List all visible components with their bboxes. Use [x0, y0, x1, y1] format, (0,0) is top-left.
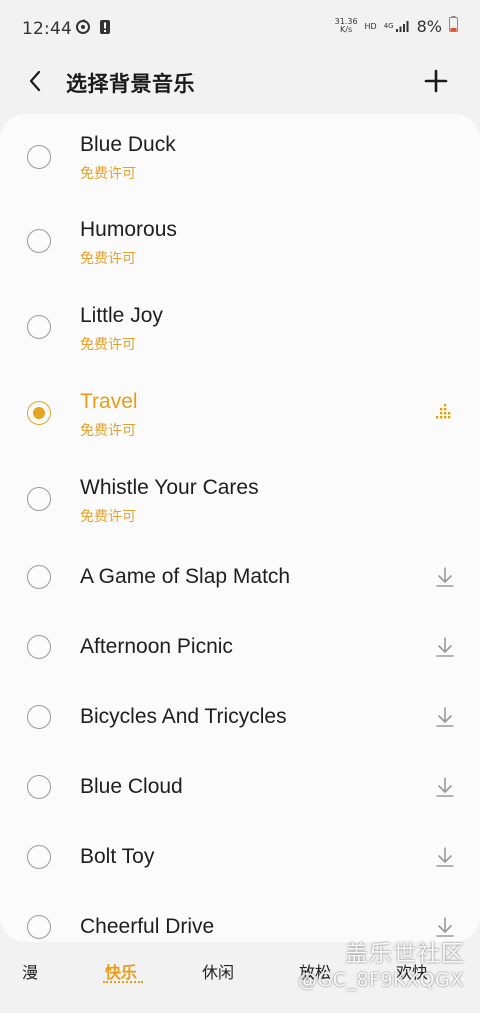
track-name: Travel	[80, 390, 138, 413]
track-row[interactable]: Whistle Your Cares 免费许可	[0, 458, 480, 544]
track-radio[interactable]	[27, 145, 51, 169]
track-row-selected[interactable]: Travel 免费许可	[0, 372, 480, 458]
track-radio[interactable]	[27, 315, 51, 339]
active-tab-indicator	[103, 981, 143, 983]
track-radio[interactable]	[27, 635, 51, 659]
tab-leisure[interactable]: 休闲	[202, 959, 234, 983]
download-icon[interactable]	[433, 845, 457, 869]
track-name: A Game of Slap Match	[80, 565, 291, 588]
track-radio[interactable]	[27, 705, 51, 729]
track-row[interactable]: Blue Cloud	[0, 754, 480, 824]
track-radio[interactable]	[27, 845, 51, 869]
back-button[interactable]	[22, 68, 48, 94]
track-name: Cheerful Drive	[80, 915, 215, 938]
track-name: Little Joy	[80, 304, 163, 327]
track-radio[interactable]	[27, 565, 51, 589]
add-music-button[interactable]	[421, 66, 451, 96]
license-label: 免费许可	[80, 337, 136, 353]
download-icon[interactable]	[433, 775, 457, 799]
download-icon[interactable]	[433, 705, 457, 729]
download-icon[interactable]	[433, 635, 457, 659]
battery-low-icon	[449, 16, 458, 36]
track-row[interactable]: Blue Duck 免费许可	[0, 114, 480, 200]
status-time: 12:44	[22, 19, 72, 39]
plus-icon	[424, 69, 448, 93]
track-list: Blue Duck 免费许可 Humorous 免费许可 Little Joy …	[0, 114, 480, 942]
track-row[interactable]: Bolt Toy	[0, 824, 480, 894]
track-radio-selected[interactable]	[27, 401, 51, 425]
track-name: Whistle Your Cares	[80, 476, 259, 499]
track-name: Afternoon Picnic	[80, 635, 233, 658]
license-label: 免费许可	[80, 423, 136, 439]
status-notification-icons	[75, 19, 111, 35]
track-row[interactable]: A Game of Slap Match	[0, 544, 480, 614]
track-name: Humorous	[80, 218, 177, 241]
track-radio[interactable]	[27, 775, 51, 799]
license-label: 免费许可	[80, 166, 136, 182]
sync-notification-icon	[75, 19, 91, 35]
track-row[interactable]: Bicycles And Tricycles	[0, 684, 480, 754]
track-radio[interactable]	[27, 229, 51, 253]
signal-bars-icon	[395, 17, 410, 36]
battery-percent: 8%	[416, 16, 442, 36]
tab-romantic[interactable]: 漫	[22, 959, 38, 983]
chevron-left-icon	[29, 70, 41, 92]
hd-voice-indicator: HD	[364, 21, 377, 31]
app-bar: 选择背景音乐	[0, 58, 480, 110]
page-title: 选择背景音乐	[66, 72, 195, 96]
community-watermark-user: @GC_8F9KXQGX	[298, 969, 464, 991]
download-icon[interactable]	[433, 565, 457, 589]
license-label: 免费许可	[80, 509, 136, 525]
track-row[interactable]: Little Joy 免费许可	[0, 286, 480, 372]
equalizer-icon	[436, 404, 451, 419]
track-row[interactable]: Afternoon Picnic	[0, 614, 480, 684]
network-speed-unit: K/s	[340, 25, 353, 34]
alert-notification-icon	[99, 19, 111, 35]
tab-happy[interactable]: 快乐	[105, 959, 137, 983]
track-name: Blue Duck	[80, 133, 176, 156]
network-type-label: 4G	[383, 21, 394, 30]
track-name: Blue Cloud	[80, 775, 183, 798]
network-speed: 31.36 K/s	[335, 18, 358, 34]
track-radio[interactable]	[27, 915, 51, 939]
license-label: 免费许可	[80, 251, 136, 267]
status-bar: 12:44 31.36 K/s HD 4G 8%	[0, 0, 480, 58]
track-row[interactable]: Humorous 免费许可	[0, 200, 480, 286]
track-radio[interactable]	[27, 487, 51, 511]
track-name: Bicycles And Tricycles	[80, 705, 287, 728]
track-name: Bolt Toy	[80, 845, 155, 868]
cellular-signal: 4G	[384, 17, 410, 36]
status-right-group: 31.36 K/s HD 4G 8%	[335, 16, 458, 36]
community-watermark-logo: 盖乐世社区	[345, 941, 465, 967]
